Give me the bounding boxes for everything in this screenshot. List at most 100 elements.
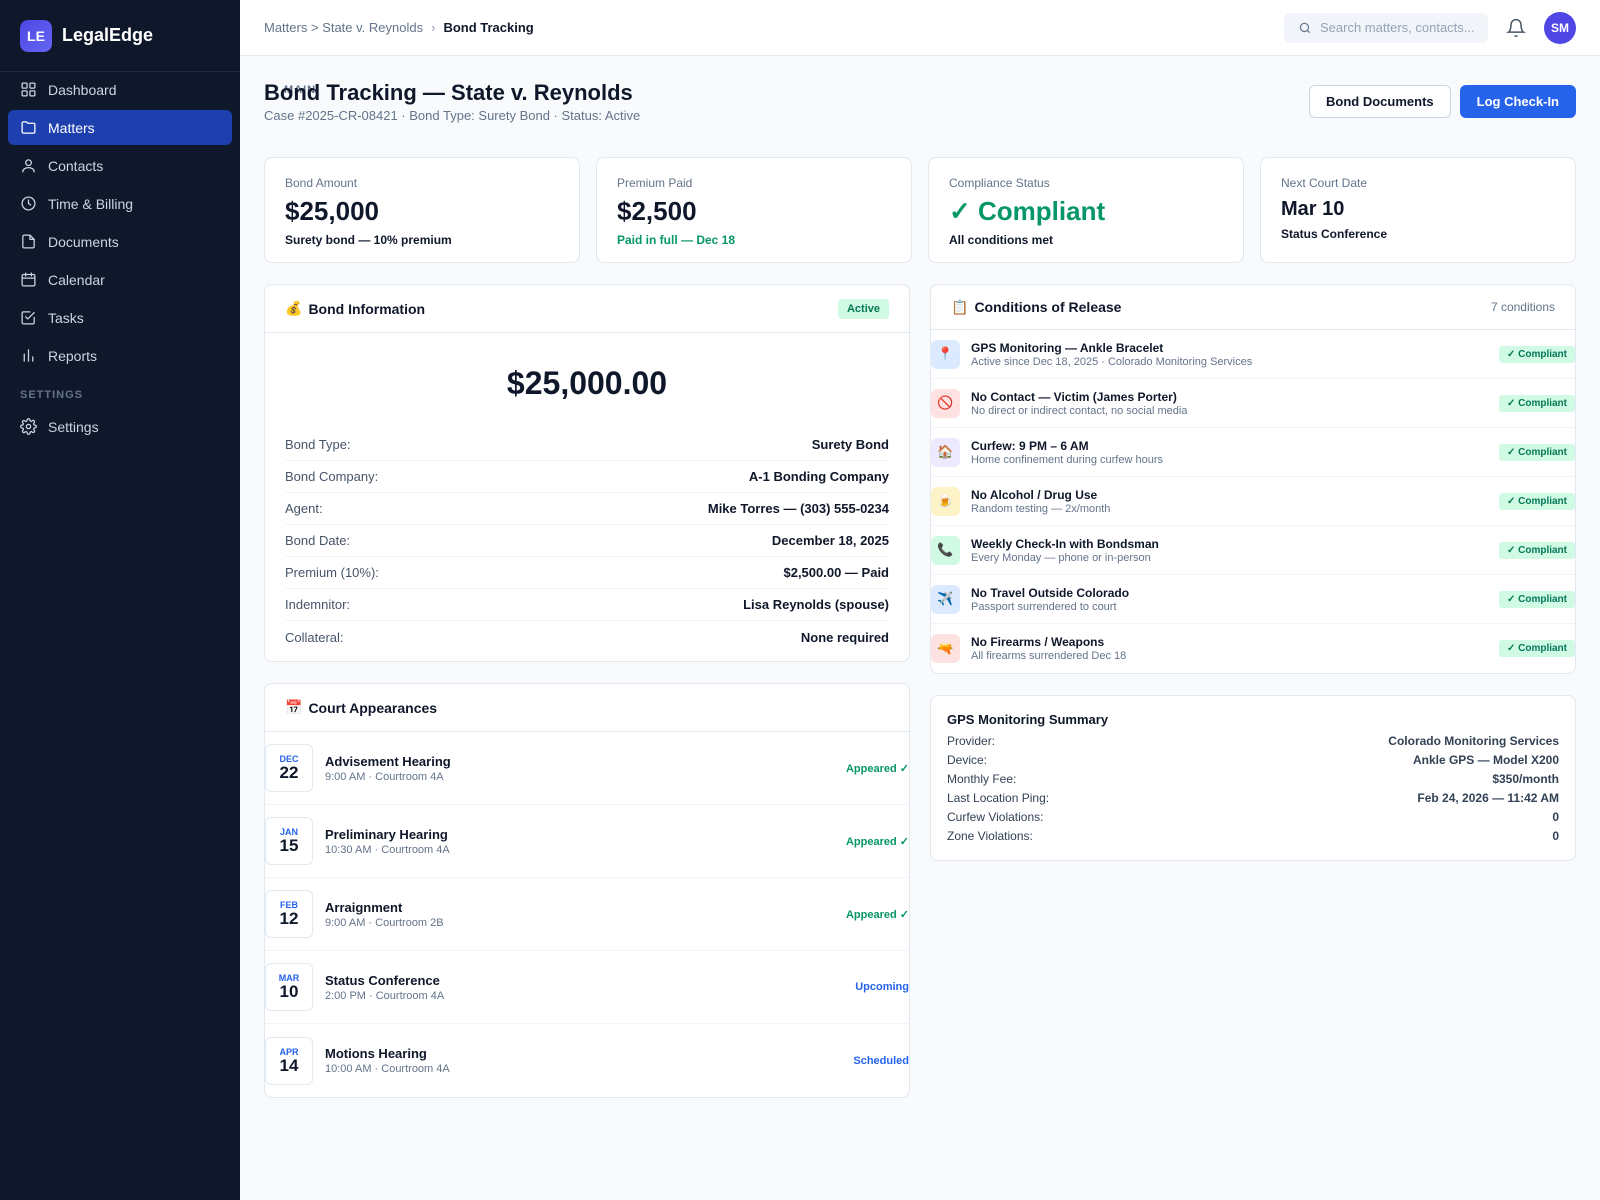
gps-label: Monthly Fee: [947, 772, 1017, 786]
nav-section-settings: SETTINGS [20, 389, 84, 401]
stat-card-compliance-status: Compliance Status ✓ Compliant All condit… [928, 157, 1244, 263]
date-day: 10 [279, 982, 299, 1001]
condition-details: Home confinement during curfew hours [971, 453, 1163, 466]
date-badge: FEB 12 [265, 890, 313, 938]
list-item[interactable]: 🔫 No Firearms / Weapons All firearms surr… [931, 624, 1575, 673]
date-badge: APR 14 [265, 1036, 313, 1085]
log-check-in-button[interactable]: Log Check-In [1459, 85, 1576, 118]
stats-row: Bond Amount $25,000 Surety bond — 10% pr… [264, 157, 1576, 263]
bar-chart-icon [23, 349, 34, 362]
appearance-details: 9:00 AM · Courtroom 4A [325, 770, 444, 783]
list-item[interactable]: 🚫 No Contact — Victim (James Porter) No d… [931, 379, 1575, 428]
breadcrumb-parent[interactable]: Matters > State v. Reynolds [264, 20, 423, 35]
stat-note: Paid in full — Dec 18 [617, 233, 736, 247]
brand-logo: LE [20, 19, 52, 52]
detail-row: Premium (10%): $2,500.00 — Paid [285, 557, 889, 589]
content-columns: 💰 Bond Information Active $25,000.00 Bon… [264, 284, 1576, 1098]
condition-title: Weekly Check-In with Bondsman [971, 536, 1159, 551]
status-badge: ✓ Compliant [1498, 345, 1575, 363]
card-header: 📅 Court Appearances [265, 684, 909, 732]
detail-label: Premium (10%): [285, 565, 379, 580]
list-item[interactable]: MAR 10 Status Conference 2:00 PM · Courtro… [265, 951, 909, 1024]
sidebar-item-settings[interactable]: Settings [8, 409, 232, 444]
sidebar-item-reports[interactable]: Reports [8, 338, 232, 373]
topbar-actions: SM [1284, 11, 1576, 44]
sidebar-item-label: Settings [48, 418, 99, 435]
checkbox-icon [21, 311, 35, 325]
gps-value: Ankle GPS — Model X200 [1412, 753, 1559, 767]
detail-label: Bond Date: [285, 533, 351, 548]
card-title: Bond Information [308, 300, 426, 317]
gps-value: Feb 24, 2026 — 11:42 AM [1417, 791, 1559, 805]
right-column: 📋 Conditions of Release 7 conditions 📍 G… [930, 284, 1576, 1098]
prohibited-icon: 🚫 [931, 388, 960, 418]
sidebar-item-matters[interactable]: Matters [8, 110, 232, 145]
list-item[interactable]: 📞 Weekly Check-In with Bondsman Every Mon… [931, 526, 1575, 575]
card-header: 📋 Conditions of Release 7 conditions [931, 285, 1575, 330]
sidebar-item-label: Reports [48, 347, 98, 364]
airplane-icon: ✈️ [931, 584, 960, 614]
pistol-icon: 🔫 [931, 634, 960, 663]
date-month: APR [279, 1046, 299, 1057]
stat-note: Surety bond — 10% premium [285, 233, 452, 247]
appearance-info: Status Conference 2:00 PM · Courtroom 4A [325, 973, 444, 1002]
sidebar-item-contacts[interactable]: Contacts [8, 148, 232, 183]
stat-value: Mar 10 [1281, 198, 1345, 220]
condition-title: No Contact — Victim (James Porter) [971, 389, 1177, 404]
gps-row: Provider: Colorado Monitoring Services [947, 734, 1559, 753]
detail-row: Bond Date: December 18, 2025 [285, 525, 889, 557]
search-box[interactable] [1284, 12, 1488, 43]
bond-documents-button[interactable]: Bond Documents [1309, 85, 1451, 118]
list-item[interactable]: JAN 15 Preliminary Hearing 10:30 AM · Cour… [265, 805, 909, 878]
list-item[interactable]: 📍 GPS Monitoring — Ankle Bracelet Active … [931, 330, 1575, 379]
appearance-title: Advisement Hearing [325, 753, 451, 769]
condition-details: Passport surrendered to court [971, 600, 1117, 613]
condition-details: All firearms surrendered Dec 18 [971, 650, 1127, 662]
detail-label: Bond Type: [285, 437, 351, 452]
list-item[interactable]: 🏠 Curfew: 9 PM – 6 AM Home confinement du… [931, 428, 1575, 477]
appearance-title: Arraignment [325, 899, 403, 915]
main-content: Bond Tracking — State v. Reynolds Case #… [264, 56, 1576, 1098]
gps-label: Device: [947, 753, 988, 767]
sidebar-item-label: Dashboard [48, 81, 117, 98]
appearance-details: 10:30 AM · Courtroom 4A [325, 843, 450, 856]
search-input[interactable] [1320, 20, 1480, 35]
stat-value: $25,000 [285, 196, 379, 226]
detail-row: Indemnitor: Lisa Reynolds (spouse) [285, 589, 889, 621]
clock-icon [21, 196, 36, 211]
breadcrumb: Matters > State v. Reynolds › Bond Track… [264, 20, 534, 35]
list-item[interactable]: FEB 12 Arraignment 9:00 AM · Courtroom 2B … [265, 878, 909, 951]
sidebar-item-calendar[interactable]: Calendar [8, 262, 232, 297]
sidebar: LE LegalEdge MAIN Dashboard Matters Cont… [0, 0, 315, 1200]
appearance-info: Arraignment 9:00 AM · Courtroom 2B [325, 900, 444, 929]
calendar-icon [21, 272, 36, 287]
date-badge: MAR 10 [265, 963, 313, 1011]
page-header: Bond Tracking — State v. Reynolds Case #… [264, 56, 1576, 142]
sidebar-item-documents[interactable]: Documents [8, 224, 232, 259]
stat-label: Compliance Status [949, 176, 1050, 190]
brand[interactable]: LE LegalEdge [0, 0, 240, 72]
gps-value: Colorado Monitoring Services [1388, 734, 1559, 748]
detail-label: Indemnitor: [285, 597, 351, 612]
detail-row: Bond Company: A-1 Bonding Company [285, 461, 889, 493]
calendar-icon: 📅 [285, 699, 303, 715]
list-item[interactable]: 🍺 No Alcohol / Drug Use Random testing — … [931, 477, 1575, 526]
stat-note: Status Conference [1281, 227, 1388, 241]
sidebar-item-tasks[interactable]: Tasks [8, 300, 232, 335]
sidebar-item-time-billing[interactable]: Time & Billing [8, 186, 232, 221]
list-item[interactable]: ✈️ No Travel Outside Colorado Passport su… [931, 575, 1575, 624]
condition-info: No Travel Outside Colorado Passport surre… [971, 586, 1129, 613]
appearance-title: Preliminary Hearing [325, 826, 448, 842]
status-badge: ✓ Compliant [1498, 640, 1575, 657]
appearance-info: Preliminary Hearing 10:30 AM · Courtroom … [325, 827, 450, 856]
avatar[interactable]: SM [1544, 11, 1576, 44]
appearance-status: Appeared ✓ [845, 762, 909, 775]
list-item[interactable]: DEC 22 Advisement Hearing 9:00 AM · Courtr… [265, 732, 909, 805]
sidebar-item-dashboard[interactable]: Dashboard [8, 72, 232, 107]
bell-icon[interactable] [1506, 18, 1526, 38]
breadcrumb-current: Bond Tracking [443, 20, 534, 35]
clipboard-icon: 📋 [951, 298, 969, 315]
gps-value: $350/month [1492, 772, 1559, 786]
sidebar-item-label: Time & Billing [48, 195, 134, 212]
list-item[interactable]: APR 14 Motions Hearing 10:00 AM · Courtroo… [265, 1024, 909, 1097]
